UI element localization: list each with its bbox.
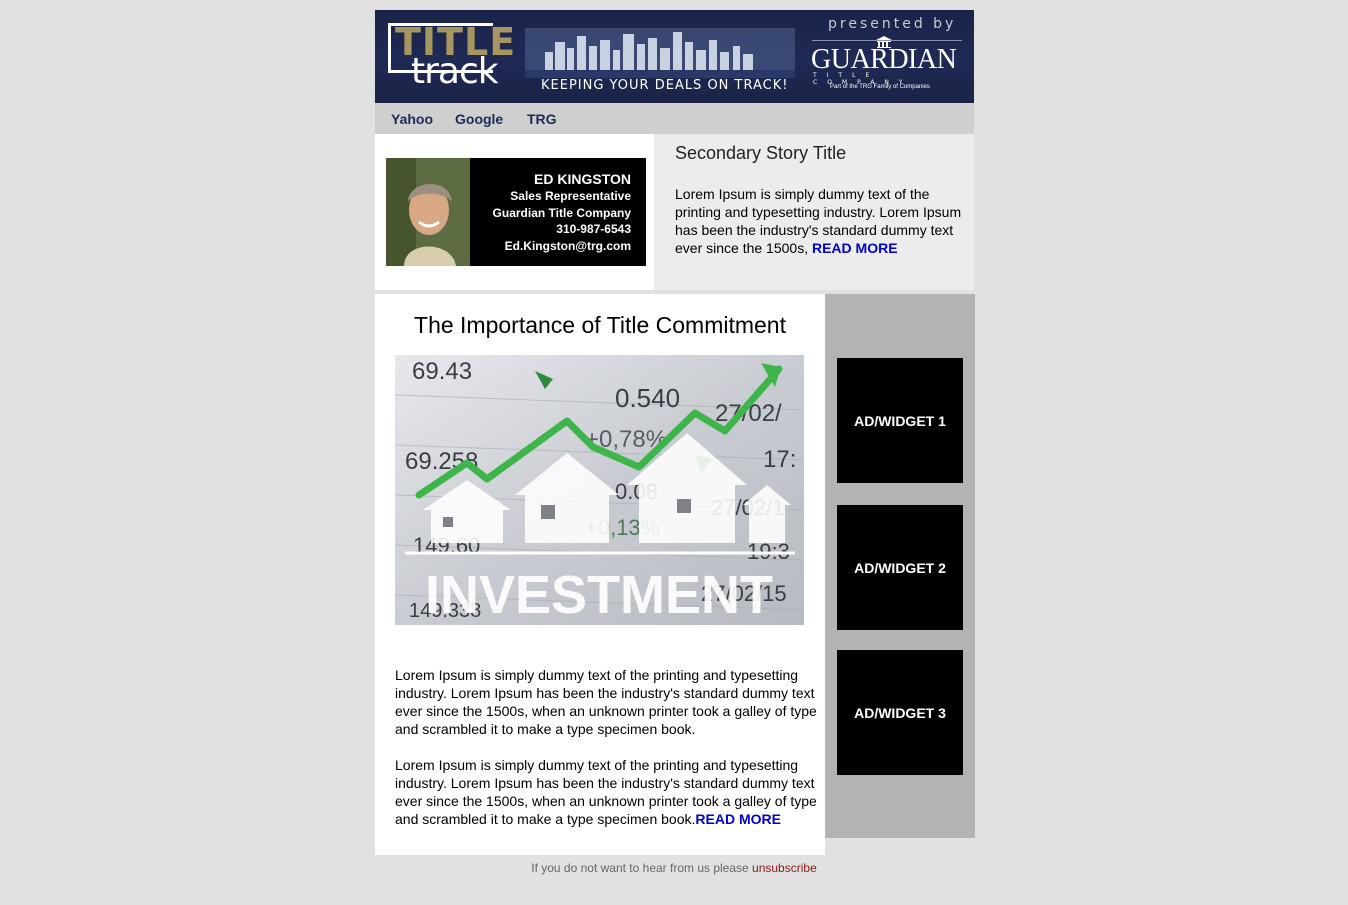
top-nav: Yahoo Google TRG [375,103,974,134]
city-skyline-image [525,28,795,78]
main-read-more-link[interactable]: READ MORE [695,811,781,827]
unsubscribe-link[interactable]: unsubscribe [752,861,817,875]
secondary-story-title: Secondary Story Title [675,143,847,163]
logo-track: track [411,51,499,92]
footer: If you do not want to hear from us pleas… [0,861,1348,875]
sidebar: AD/WIDGET 1 AD/WIDGET 2 AD/WIDGET 3 [825,294,975,838]
nav-link-trg[interactable]: TRG [527,111,557,127]
presented-by-label: presented by [828,16,957,32]
tagline: KEEPING YOUR DEALS ON TRACK! [541,78,789,93]
secondary-story-body: Lorem Ipsum is simply dummy text of the … [675,185,970,257]
agent-photo [386,158,470,266]
agent-email: Ed.Kingston@trg.com [504,238,631,253]
sponsor-family: Part of the TRG Family of Companies [830,84,930,90]
nav-link-yahoo[interactable]: Yahoo [391,111,433,127]
agent-card: ED KINGSTON Sales Representative Guardia… [386,158,646,266]
investment-chart-image: 69.43 0.540 27/02/ +0,78% 69.258 17: 0.0… [395,355,804,625]
agent-name: ED KINGSTON [534,171,631,187]
main-article-title: The Importance of Title Commitment [414,312,786,338]
agent-role: Sales Representative [510,189,631,203]
agent-details: ED KINGSTON Sales Representative Guardia… [493,170,631,254]
investment-caption: INVESTMENT [425,565,773,625]
agent-phone: 310-987-6543 [556,222,631,236]
main-article: The Importance of Title Commitment 69.43… [375,294,825,855]
secondary-story: Secondary Story Title Lorem Ipsum is sim… [654,134,974,290]
ad-widget-2[interactable]: AD/WIDGET 2 [837,505,963,630]
agent-section: ED KINGSTON Sales Representative Guardia… [375,134,654,290]
chart-number: 69.43 [412,358,472,385]
nav-link-google[interactable]: Google [455,111,503,127]
footer-text: If you do not want to hear from us pleas… [531,861,753,875]
chart-number: 17: [763,446,796,473]
header-banner: TITLE track KEEPING YOUR DEALS ON TRACK!… [375,10,974,103]
secondary-read-more-link[interactable]: READ MORE [812,240,898,256]
main-paragraph-2: Lorem Ipsum is simply dummy text of the … [395,756,827,828]
main-paragraph-1: Lorem Ipsum is simply dummy text of the … [395,667,817,737]
chart-number: 0.540 [615,383,680,413]
agent-company: Guardian Title Company [492,205,631,220]
ad-widget-3[interactable]: AD/WIDGET 3 [837,650,963,775]
ad-widget-1[interactable]: AD/WIDGET 1 [837,358,963,483]
